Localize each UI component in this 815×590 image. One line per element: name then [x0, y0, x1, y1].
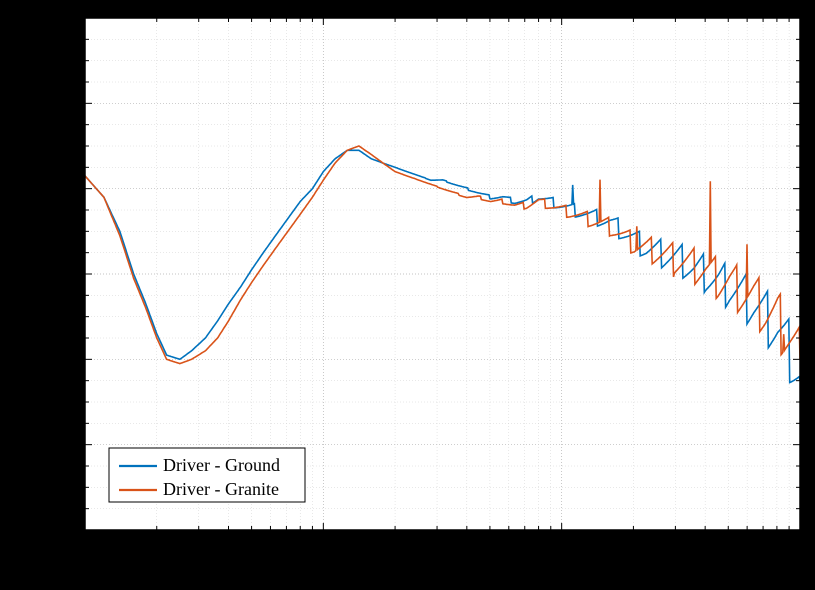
legend-label-1: Driver - Granite [163, 479, 279, 499]
legend-label-0: Driver - Ground [163, 455, 280, 475]
legend: Driver - Ground Driver - Granite [109, 448, 305, 502]
chart-container: Driver - Ground Driver - Granite [0, 0, 815, 590]
chart-svg: Driver - Ground Driver - Granite [0, 0, 815, 590]
